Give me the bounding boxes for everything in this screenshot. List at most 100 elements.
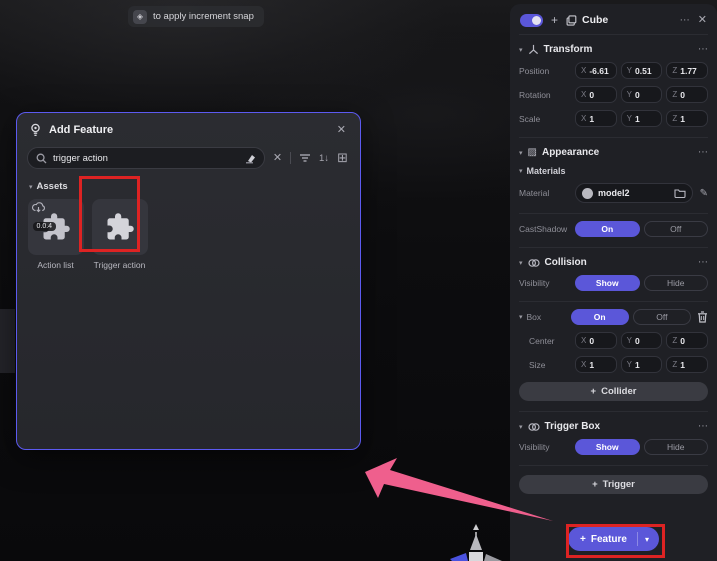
row-label: Box bbox=[527, 312, 571, 322]
center-z-field[interactable]: Z0 bbox=[666, 332, 708, 349]
section-title: Collision bbox=[545, 257, 693, 268]
selected-object-title: Cube bbox=[582, 14, 608, 26]
rotation-y-field[interactable]: Y0 bbox=[621, 86, 663, 103]
delete-collider-icon[interactable] bbox=[697, 311, 708, 323]
snap-hint-tooltip: ◈ to apply increment snap bbox=[128, 6, 264, 27]
size-x-field[interactable]: X1 bbox=[575, 356, 617, 373]
translate-gizmo[interactable] bbox=[448, 520, 518, 561]
size-y-field[interactable]: Y1 bbox=[621, 356, 663, 373]
trigger-hide-button[interactable]: Hide bbox=[644, 439, 709, 455]
add-feature-button[interactable]: + Feature ▾ bbox=[568, 527, 659, 551]
chevron-down-icon[interactable]: ▾ bbox=[519, 167, 523, 175]
box-off-button[interactable]: Off bbox=[633, 309, 691, 325]
field-value: 0 bbox=[589, 336, 594, 346]
panel-toggle-switch[interactable] bbox=[520, 14, 543, 27]
chevron-down-icon[interactable]: ▾ bbox=[519, 423, 523, 431]
tooltip-text: to apply increment snap bbox=[153, 11, 254, 22]
asset-name: Action list bbox=[37, 260, 73, 270]
position-z-field[interactable]: Z1.77 bbox=[666, 62, 708, 79]
row-label: Position bbox=[519, 66, 575, 76]
search-icon bbox=[36, 153, 47, 164]
chevron-down-icon[interactable]: ▾ bbox=[519, 259, 523, 267]
sort-icon[interactable]: 1↓ bbox=[319, 153, 329, 164]
search-input-container bbox=[27, 147, 265, 169]
center-x-field[interactable]: X0 bbox=[575, 332, 617, 349]
row-label: Visibility bbox=[519, 278, 575, 288]
row-label: Scale bbox=[519, 114, 575, 124]
scale-x-field[interactable]: X1 bbox=[575, 110, 617, 127]
chevron-down-icon[interactable]: ▾ bbox=[519, 46, 523, 54]
material-swatch bbox=[582, 188, 593, 199]
panel-menu-icon[interactable]: ⋯ bbox=[680, 15, 690, 26]
search-clear-button[interactable]: ✕ bbox=[273, 153, 282, 164]
field-value: 1.77 bbox=[680, 66, 697, 76]
section-menu-icon[interactable]: ⋯ bbox=[698, 257, 708, 268]
modal-close-button[interactable]: ✕ bbox=[337, 125, 346, 136]
section-divider bbox=[519, 411, 708, 412]
grid-view-icon[interactable]: ⊞ bbox=[337, 150, 348, 166]
chevron-down-icon[interactable]: ▾ bbox=[29, 183, 33, 191]
toolbar-divider bbox=[290, 152, 291, 164]
asset-card-action-list[interactable]: 0.0.4 Action list bbox=[27, 199, 84, 270]
appearance-icon: ▨ bbox=[528, 147, 537, 158]
collision-visibility-row: Visibility Show Hide bbox=[519, 275, 708, 291]
scale-y-field[interactable]: Y1 bbox=[621, 110, 663, 127]
assets-section-label: Assets bbox=[37, 181, 68, 192]
filter-icon[interactable] bbox=[299, 153, 311, 163]
eraser-icon[interactable] bbox=[244, 153, 256, 164]
collision-show-button[interactable]: Show bbox=[575, 275, 640, 291]
search-input[interactable] bbox=[53, 153, 238, 164]
material-selector[interactable]: model2 bbox=[575, 183, 693, 203]
field-value: -6.61 bbox=[589, 66, 608, 76]
add-trigger-button[interactable]: + Trigger bbox=[519, 475, 708, 494]
trigger-show-button[interactable]: Show bbox=[575, 439, 640, 455]
rotation-z-field[interactable]: Z0 bbox=[666, 86, 708, 103]
field-value: 1 bbox=[635, 114, 640, 124]
castshadow-on-button[interactable]: On bbox=[575, 221, 640, 237]
puzzle-icon bbox=[105, 212, 135, 242]
row-divider bbox=[519, 213, 708, 214]
collision-icon bbox=[528, 258, 540, 268]
button-divider bbox=[637, 532, 638, 546]
add-collider-button[interactable]: + Collider bbox=[519, 382, 708, 401]
transform-section-header[interactable]: ▾ Transform ⋯ bbox=[519, 44, 708, 55]
appearance-section-header[interactable]: ▾ ▨ Appearance ⋯ bbox=[519, 147, 708, 158]
axes-icon bbox=[528, 44, 539, 55]
trigger-box-icon bbox=[528, 422, 540, 432]
chevron-down-icon[interactable]: ▾ bbox=[645, 535, 655, 544]
center-y-field[interactable]: Y0 bbox=[621, 332, 663, 349]
section-menu-icon[interactable]: ⋯ bbox=[698, 44, 708, 55]
collision-hide-button[interactable]: Hide bbox=[644, 275, 709, 291]
section-menu-icon[interactable]: ⋯ bbox=[698, 147, 708, 158]
plus-icon: + bbox=[580, 534, 586, 545]
field-value: 0 bbox=[680, 336, 685, 346]
castshadow-off-button[interactable]: Off bbox=[644, 221, 709, 237]
row-label: Center bbox=[529, 336, 575, 346]
modal-title: Add Feature bbox=[49, 124, 330, 136]
edit-material-icon[interactable]: ✎ bbox=[700, 188, 708, 199]
row-label: Visibility bbox=[519, 442, 575, 452]
section-menu-icon[interactable]: ⋯ bbox=[698, 421, 708, 432]
axis-label: Z bbox=[672, 114, 677, 123]
trigger-box-section-header[interactable]: ▾ Trigger Box ⋯ bbox=[519, 421, 708, 432]
chevron-down-icon[interactable]: ▾ bbox=[519, 313, 523, 321]
axis-label: Z bbox=[672, 360, 677, 369]
asset-card-trigger-action[interactable]: Trigger action bbox=[91, 199, 148, 270]
box-on-button[interactable]: On bbox=[571, 309, 629, 325]
plus-icon: + bbox=[591, 386, 597, 397]
panel-close-button[interactable]: ✕ bbox=[698, 15, 707, 26]
viewport-3d[interactable]: ◈ to apply increment snap Add Feature ✕ bbox=[0, 0, 717, 561]
material-name: model2 bbox=[598, 188, 669, 198]
trigger-visibility-row: Visibility Show Hide bbox=[519, 439, 708, 455]
collision-section-header[interactable]: ▾ Collision ⋯ bbox=[519, 257, 708, 268]
add-component-button[interactable]: + bbox=[551, 13, 558, 27]
chevron-down-icon[interactable]: ▾ bbox=[519, 149, 523, 157]
size-z-field[interactable]: Z1 bbox=[666, 356, 708, 373]
size-row: Size X1 Y1 Z1 bbox=[519, 356, 708, 373]
position-y-field[interactable]: Y0.51 bbox=[621, 62, 663, 79]
scale-z-field[interactable]: Z1 bbox=[666, 110, 708, 127]
cube-icon bbox=[566, 15, 577, 26]
position-x-field[interactable]: X-6.61 bbox=[575, 62, 617, 79]
rotation-x-field[interactable]: X0 bbox=[575, 86, 617, 103]
folder-icon[interactable] bbox=[674, 188, 686, 198]
